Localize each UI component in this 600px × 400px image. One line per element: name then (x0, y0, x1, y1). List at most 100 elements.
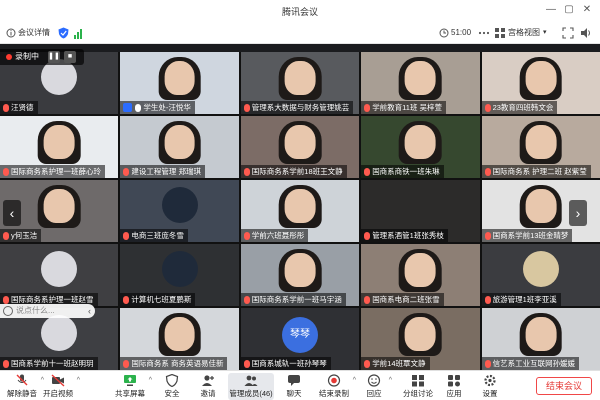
participant-face (405, 60, 436, 96)
mic-muted-icon (16, 374, 28, 386)
fullscreen-icon[interactable] (562, 27, 574, 39)
breakout-rooms-button[interactable]: 分组讨论 (396, 373, 440, 400)
stop-recording-toolbar-button[interactable]: 结束录制 ^ (312, 373, 356, 400)
mic-muted-icon (3, 359, 9, 368)
video-options-chevron-icon[interactable]: ^ (77, 377, 80, 384)
participant-name: 国际商务系护理一班薛心玲 (11, 167, 101, 176)
mic-muted-icon (243, 103, 250, 112)
breakout-icon (412, 375, 424, 387)
participant-tile[interactable]: 学前教育11班 吴梓萱 (361, 52, 480, 114)
participant-name: 信艺系工业互联网孙媛媛 (492, 359, 576, 368)
participant-tile[interactable]: 学前六班聂彤彤 (240, 180, 360, 242)
participant-nameplate: 国商系学前13班金晴梦 (481, 229, 573, 242)
minimize-icon[interactable]: — (544, 3, 558, 17)
participant-tile[interactable]: 信艺系工业互联网孙媛媛 (481, 308, 600, 370)
participant-tile[interactable]: 国际商务系护理一班薛心玲 (0, 116, 119, 178)
participant-tile[interactable]: 国商系电商二班张雪 (361, 244, 480, 306)
avatar (41, 315, 78, 352)
participant-tile[interactable]: 管理系酒管1班张秀枝 (361, 180, 480, 242)
mic-muted-icon (484, 231, 491, 240)
participant-face (284, 188, 316, 224)
shield-icon[interactable] (58, 27, 69, 39)
chat-icon (288, 375, 300, 386)
participant-tile[interactable]: 计算机七班夏鹏斯 (120, 244, 239, 306)
start-video-button[interactable]: 开启视频 ^ (36, 373, 80, 400)
manage-participants-button[interactable]: 管理成员(46) (228, 373, 274, 400)
participant-tile[interactable]: 学生处-汪悦华 (120, 52, 239, 114)
participant-nameplate: y何玉洁 (0, 229, 42, 242)
speaker-icon[interactable] (580, 27, 592, 39)
mic-icon (135, 103, 142, 112)
participant-name: 管理系酒管1班张秀枝 (372, 231, 444, 240)
react-button[interactable]: 回应 ^ (356, 373, 392, 400)
settings-button[interactable]: 设置 (472, 373, 508, 400)
info-icon[interactable] (6, 28, 16, 38)
next-page-button[interactable]: › (569, 200, 587, 226)
participant-tile[interactable]: 国际商务系学前18班王文静 (240, 116, 360, 178)
participant-face (405, 316, 436, 352)
gear-icon (484, 374, 496, 387)
participant-face (405, 252, 436, 288)
share-screen-button[interactable]: 共享屏幕 ^ (108, 373, 152, 400)
more-options-icon[interactable] (478, 27, 490, 38)
participant-nameplate: 信艺系工业互联网孙媛媛 (481, 357, 580, 370)
mic-muted-icon (123, 295, 130, 304)
participant-tile[interactable]: 国际商务系 商务英语易佳新 (120, 308, 239, 370)
mic-muted-icon (364, 103, 371, 112)
participant-nameplate: 学前六班聂彤彤 (240, 229, 309, 242)
participant-nameplate: 国商系城轨一班孙琴琴 (240, 357, 331, 370)
record-icon (327, 374, 341, 387)
meeting-info-link[interactable]: 会议详情 (18, 26, 50, 40)
layout-switcher[interactable]: 宫格视图 (508, 26, 540, 40)
participant-nameplate: 国际商务系学前18班王文静 (240, 165, 347, 178)
mic-muted-icon (243, 359, 250, 368)
participant-tile[interactable]: 国际商务系学前一班马宇涵 (240, 244, 360, 306)
participant-tile[interactable]: 电商三班庞冬雪 (120, 180, 239, 242)
participant-face (525, 124, 557, 160)
chat-input[interactable]: 说点什么... ‹ (0, 304, 95, 318)
participant-nameplate: 旅游管理1班李亚溪 (481, 293, 561, 306)
participant-tile[interactable]: 管理系大数据与财务管理姚芸 (240, 52, 360, 114)
meeting-timer: 51:00 (451, 28, 472, 37)
participant-tile[interactable]: 建设工程管理 郑瑞琪 (120, 116, 239, 178)
mic-muted-icon (484, 359, 491, 368)
window-title: 腾讯会议 (281, 7, 318, 17)
stop-recording-button[interactable]: ■ (64, 51, 76, 63)
emoji-icon[interactable] (3, 306, 13, 316)
participant-face (164, 124, 195, 160)
participant-nameplate: 国商系电商二班张雪 (361, 293, 444, 306)
apps-button[interactable]: 应用 (436, 373, 472, 400)
mic-muted-icon (3, 167, 9, 176)
close-icon[interactable]: ✕ (580, 3, 594, 17)
participant-face (525, 188, 557, 224)
participant-tile[interactable]: 旅游管理1班李亚溪 (481, 244, 600, 306)
invite-button[interactable]: 邀请 (186, 373, 230, 400)
participant-tile[interactable]: 琴琴 国商系城轨一班孙琴琴 (240, 308, 360, 370)
participant-face (164, 316, 195, 352)
participant-tile[interactable]: 国际商务系护理一班赵雪 (0, 244, 119, 306)
participant-tile[interactable]: 学前14班覃文静 (361, 308, 480, 370)
end-meeting-button[interactable]: 结束会议 (536, 377, 592, 395)
react-options-chevron-icon[interactable]: ^ (389, 377, 392, 384)
participant-tile[interactable]: 国商系商铁一班朱琳 (361, 116, 480, 178)
participant-face (284, 252, 316, 288)
avatar (161, 251, 198, 288)
participant-tile[interactable]: 23教育四班韩文会 (481, 52, 600, 114)
chat-placeholder: 说点什么... (16, 306, 55, 315)
host-badge-icon (123, 103, 133, 112)
previous-page-button[interactable]: ‹ (3, 200, 21, 226)
chevron-down-icon[interactable]: ▾ (543, 26, 547, 40)
avatar (161, 187, 198, 224)
participant-face (525, 316, 557, 352)
collapse-chat-icon[interactable]: ‹ (88, 304, 91, 318)
participant-nameplate: 学生处-汪悦华 (120, 101, 195, 114)
participant-nameplate: 计算机七班夏鹏斯 (120, 293, 196, 306)
chat-button[interactable]: 聊天 (276, 373, 312, 400)
participant-tile[interactable]: 国际商务系 护理二班 赵紫莹 (481, 116, 600, 178)
pause-recording-button[interactable]: ❚❚ (48, 51, 60, 63)
recording-label: 录制中 (15, 52, 39, 61)
participant-nameplate: 国际商务系护理一班薛心玲 (0, 165, 105, 178)
participant-name: 学生处-汪悦华 (143, 103, 191, 112)
grid-view-icon[interactable] (495, 28, 505, 38)
maximize-icon[interactable]: ▢ (562, 3, 576, 17)
